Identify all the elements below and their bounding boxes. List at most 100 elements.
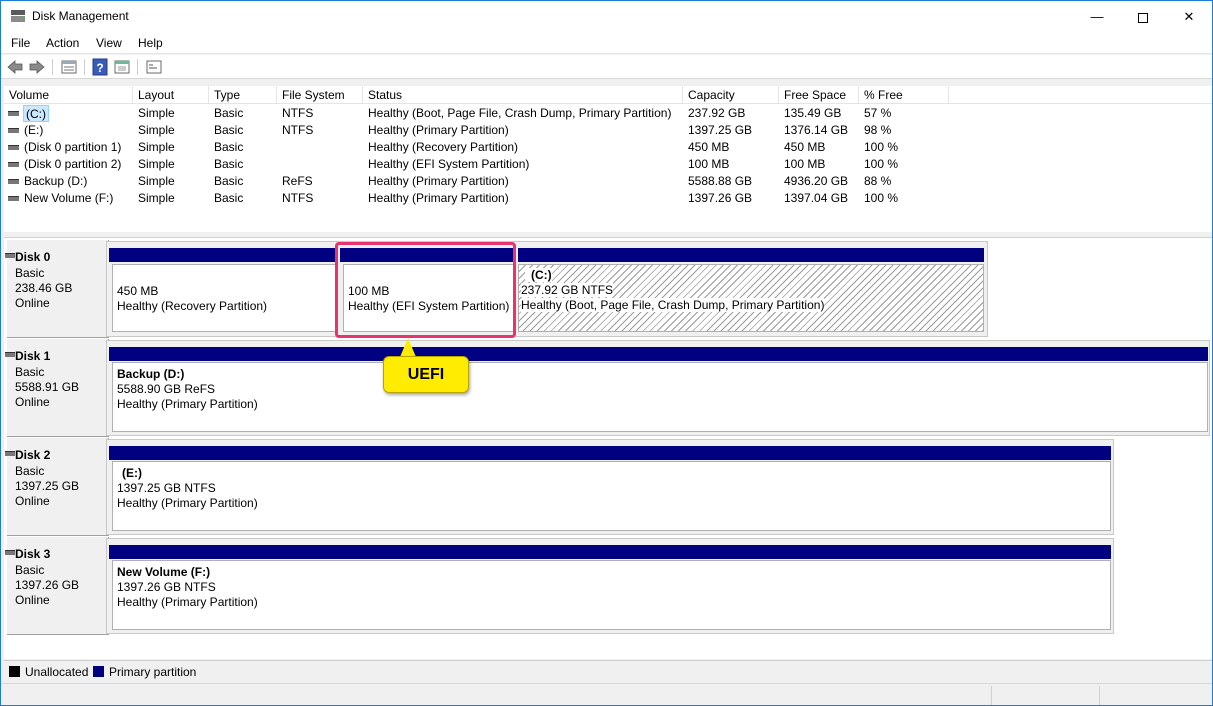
disk-1-label[interactable]: Disk 1 Basic 5588.91 GB Online	[5, 339, 109, 437]
volume-row[interactable]: (E:) Simple Basic NTFS Healthy (Primary Part…	[4, 122, 1212, 139]
menu-help[interactable]: Help	[138, 36, 163, 50]
cell-status: Healthy (Recovery Partition)	[368, 140, 519, 154]
cell-free-space: 4936.20 GB	[784, 174, 849, 188]
partition-c[interactable]: (C:) 237.92 GB NTFS Healthy (Boot, Page …	[518, 264, 984, 332]
column-header-capacity[interactable]: Capacity	[683, 86, 779, 104]
cell-status: Healthy (Primary Partition)	[368, 123, 509, 137]
legend: Unallocated Primary partition	[4, 660, 1212, 682]
column-header-volume[interactable]: Volume	[4, 86, 133, 104]
partition-title: New Volume (F:)	[117, 565, 211, 579]
cell-type: Basic	[214, 123, 244, 137]
console-icon[interactable]	[145, 58, 163, 76]
close-button[interactable]: ✕	[1166, 1, 1212, 32]
disk-3-label[interactable]: Disk 3 Basic 1397.26 GB Online	[5, 537, 109, 635]
disk-0-label[interactable]: Disk 0 Basic 238.46 GB Online	[5, 240, 109, 338]
volume-icon	[8, 179, 19, 184]
cell-capacity: 1397.26 GB	[688, 191, 753, 205]
disk-size: 1397.25 GB	[15, 479, 80, 493]
disk-icon	[5, 451, 15, 456]
partition-e[interactable]: (E:) 1397.25 GB NTFS Healthy (Primary Pa…	[112, 461, 1111, 531]
cell-file-system: NTFS	[282, 191, 314, 205]
maximize-icon	[1138, 12, 1148, 23]
title-bar[interactable]: Disk Management — ✕	[1, 1, 1212, 32]
volume-row[interactable]: (C:) Simple Basic NTFS Healthy (Boot, Page F…	[4, 105, 1212, 122]
efi-partition-highlight	[335, 242, 516, 338]
partition-size: 1397.26 GB NTFS	[117, 580, 216, 594]
column-header-layout[interactable]: Layout	[133, 86, 209, 104]
cell-file-system: ReFS	[282, 174, 313, 188]
cell-type: Basic	[214, 106, 244, 120]
cell-status: Healthy (Primary Partition)	[368, 191, 509, 205]
partition-status: Healthy (Primary Partition)	[117, 496, 258, 510]
cell-layout: Simple	[138, 123, 175, 137]
column-header-type[interactable]: Type	[209, 86, 277, 104]
cell-percent-free: 88 %	[864, 174, 892, 188]
volume-icon	[8, 111, 19, 116]
cell-free-space: 100 MB	[784, 157, 826, 171]
cell-layout: Simple	[138, 157, 175, 171]
volume-list: Volume Layout Type File System Status Ca…	[4, 86, 1212, 232]
disk-2-label[interactable]: Disk 2 Basic 1397.25 GB Online	[5, 438, 109, 536]
cell-percent-free: 100 %	[864, 157, 899, 171]
volume-row[interactable]: (Disk 0 partition 1) Simple Basic Healthy (…	[4, 139, 1212, 156]
cell-type: Basic	[214, 174, 244, 188]
refresh-icon[interactable]	[113, 58, 131, 76]
window-title: Disk Management	[32, 9, 129, 23]
menu-view[interactable]: View	[96, 36, 122, 50]
minimize-button[interactable]: —	[1074, 1, 1120, 32]
svg-text:?: ?	[96, 61, 103, 75]
forward-icon[interactable]	[28, 58, 46, 76]
status-bar-pane	[991, 686, 1099, 705]
volume-row[interactable]: New Volume (F:) Simple Basic NTFS Healthy (P…	[4, 190, 1212, 207]
partition-status: Healthy (Recovery Partition)	[117, 299, 268, 313]
column-header-percent-free[interactable]: % Free	[859, 86, 949, 104]
toolbar-separator	[84, 59, 85, 75]
back-icon[interactable]	[6, 58, 24, 76]
partition-status: Healthy (Boot, Page File, Crash Dump, Pr…	[521, 298, 825, 312]
cell-percent-free: 100 %	[864, 140, 899, 154]
menu-bar: File Action View Help	[1, 32, 1212, 54]
column-header-file-system[interactable]: File System	[277, 86, 363, 104]
toolbar-separator	[52, 59, 53, 75]
disk-type: Basic	[15, 365, 45, 379]
partition-title: Backup (D:)	[117, 367, 185, 381]
status-bar	[1, 683, 1212, 705]
menu-action[interactable]: Action	[46, 36, 79, 50]
partition-bar	[109, 248, 336, 262]
column-header-status[interactable]: Status	[363, 86, 683, 104]
cell-type: Basic	[214, 191, 244, 205]
partition-bar	[109, 347, 1208, 361]
cell-capacity: 237.92 GB	[688, 106, 746, 120]
cell-percent-free: 98 %	[864, 123, 892, 137]
partition-title: (E:)	[122, 466, 142, 480]
partition-size: 237.92 GB NTFS	[521, 283, 614, 297]
volume-icon	[8, 145, 19, 150]
cell-layout: Simple	[138, 191, 175, 205]
partition-d[interactable]: Backup (D:) 5588.90 GB ReFS Healthy (Pri…	[112, 362, 1208, 432]
disk-1-partitions: Backup (D:) 5588.90 GB ReFS Healthy (Pri…	[106, 340, 1210, 436]
partition-recovery[interactable]: 450 MB Healthy (Recovery Partition)	[112, 264, 336, 332]
disk-size: 238.46 GB	[15, 281, 73, 295]
volume-row[interactable]: (Disk 0 partition 2) Simple Basic Healthy (…	[4, 156, 1212, 173]
disk-icon	[5, 550, 15, 555]
disk-type: Basic	[15, 266, 45, 280]
toolbar-separator	[137, 59, 138, 75]
cell-free-space: 1376.14 GB	[784, 123, 849, 137]
disk-2-partitions: (E:) 1397.25 GB NTFS Healthy (Primary Pa…	[106, 439, 1114, 535]
cell-free-space: 135.49 GB	[784, 106, 842, 120]
status-bar-pane	[1099, 686, 1211, 705]
column-header-free-space[interactable]: Free Space	[779, 86, 859, 104]
help-icon[interactable]: ?	[91, 58, 109, 76]
disk-name: Disk 2	[15, 448, 51, 462]
partition-f[interactable]: New Volume (F:) 1397.26 GB NTFS Healthy …	[112, 560, 1111, 630]
volume-row[interactable]: Backup (D:) Simple Basic ReFS Healthy (Prima…	[4, 173, 1212, 190]
volume-icon	[8, 196, 19, 201]
cell-volume: New Volume (F:)	[24, 191, 114, 205]
disk-state: Online	[15, 593, 50, 607]
disk-management-app-icon	[11, 10, 25, 22]
properties-icon[interactable]	[60, 58, 78, 76]
partition-status: Healthy (Primary Partition)	[117, 595, 258, 609]
maximize-button[interactable]	[1120, 1, 1166, 32]
cell-type: Basic	[214, 140, 244, 154]
menu-file[interactable]: File	[11, 36, 30, 50]
